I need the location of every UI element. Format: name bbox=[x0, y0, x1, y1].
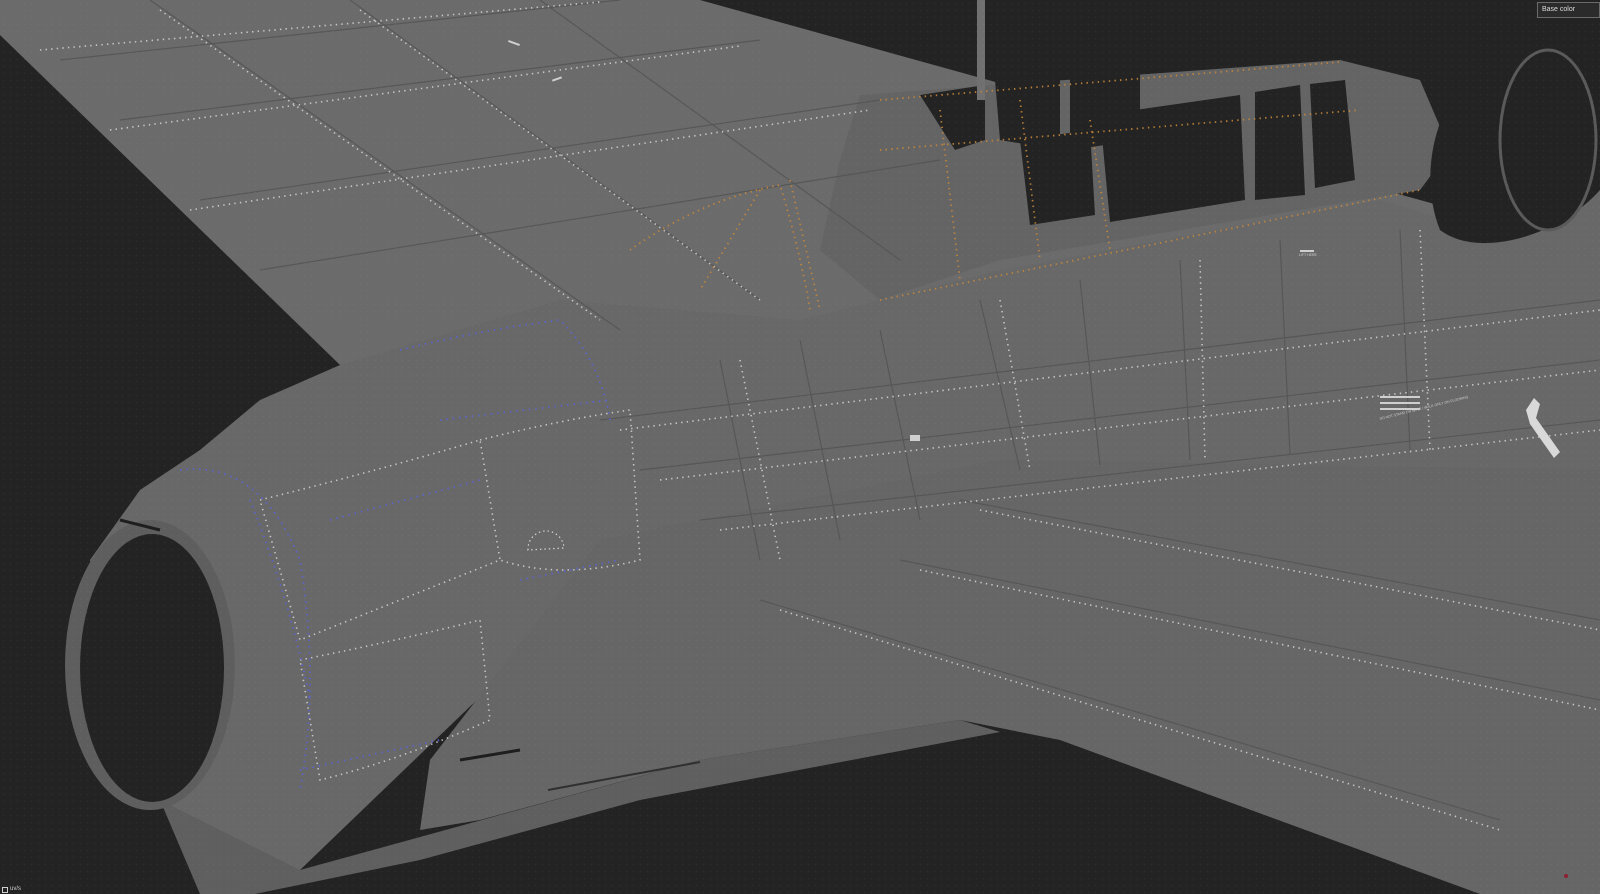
corner-marker-icon bbox=[1564, 874, 1568, 878]
channel-select-dropdown[interactable]: Base color bbox=[1537, 2, 1600, 18]
3d-viewport[interactable]: DO NOT STAND ON WING / WALK ONLY ON FLOO… bbox=[0, 0, 1600, 894]
status-label: uv/s bbox=[10, 886, 22, 892]
decal-small-label: LIFT HERE bbox=[1299, 253, 1317, 257]
square-icon bbox=[2, 886, 8, 893]
viewport-status: uv/s bbox=[0, 885, 21, 894]
aircraft-model-render[interactable]: DO NOT STAND ON WING / WALK ONLY ON FLOO… bbox=[0, 0, 1600, 894]
